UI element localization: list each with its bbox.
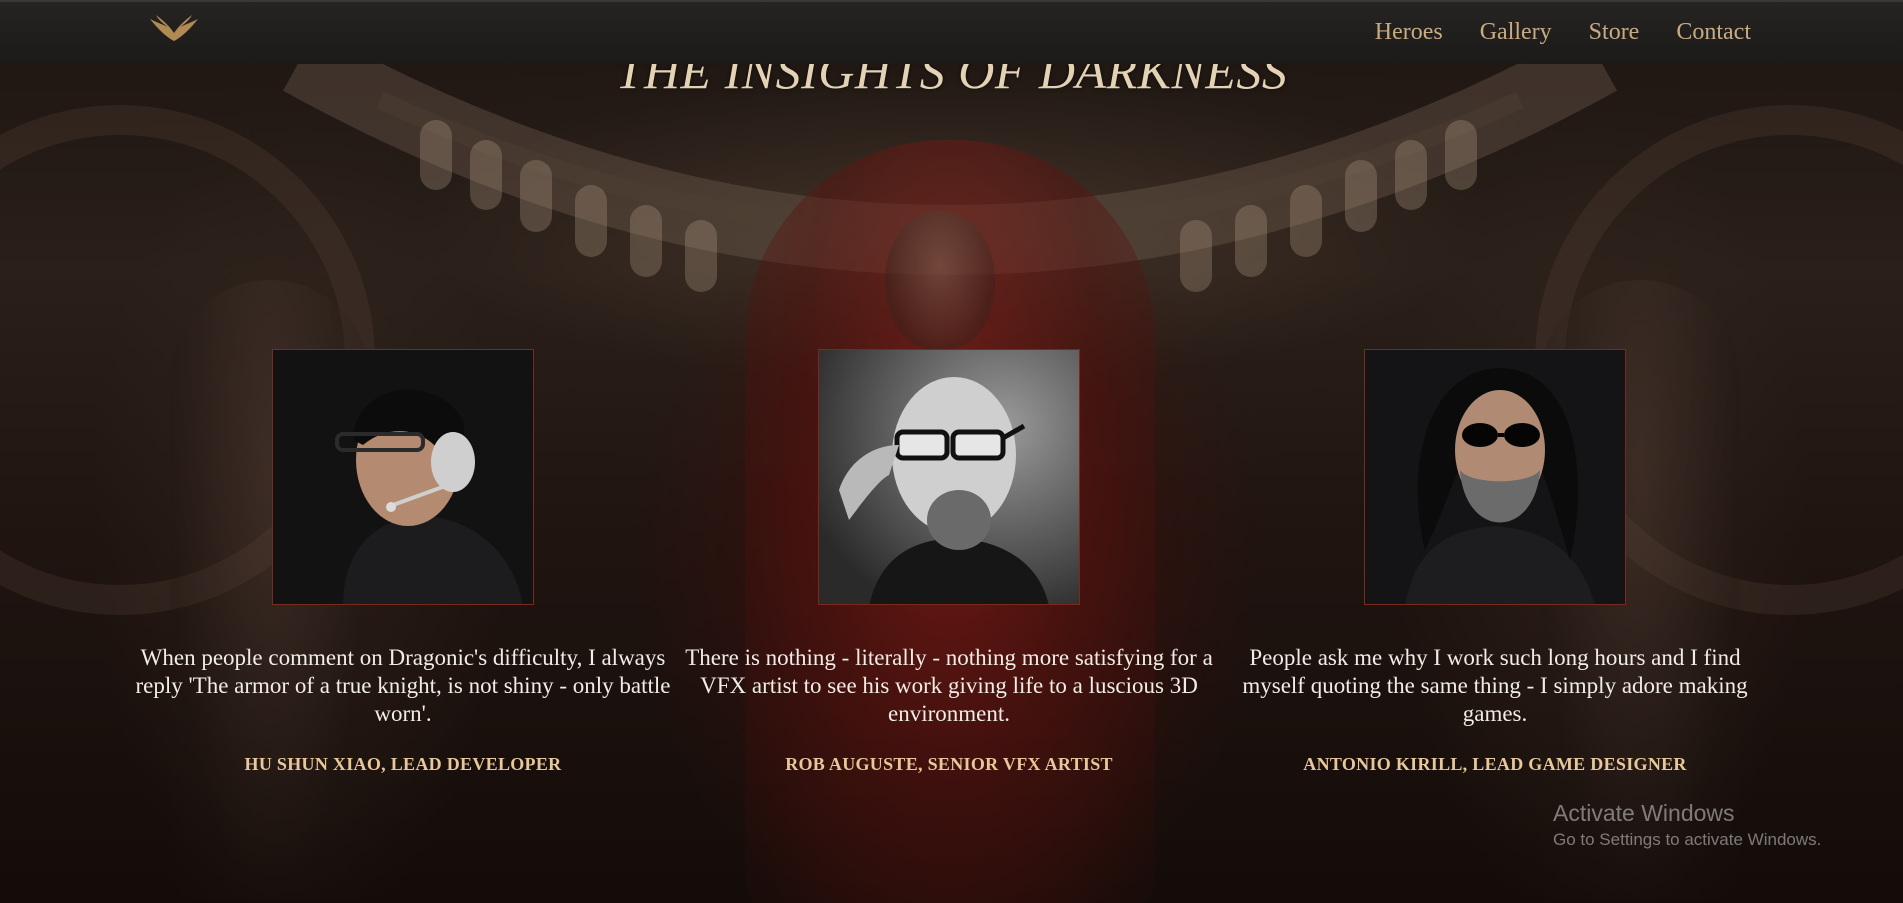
nav-link-contact[interactable]: Contact: [1676, 19, 1751, 45]
activation-subtitle: Go to Settings to activate Windows.: [1553, 830, 1822, 849]
nav-link-heroes[interactable]: Heroes: [1375, 19, 1443, 45]
member-name-role: HU SHUN XIAO, LEAD DEVELOPER: [244, 754, 562, 774]
portrait-long-hair-sunglasses-designer: [1365, 350, 1625, 604]
portrait-bald-glasses-artist: [819, 350, 1079, 604]
nav-link-gallery[interactable]: Gallery: [1480, 19, 1552, 45]
top-navbar: Heroes Gallery Store Contact: [0, 0, 1903, 64]
member-photo: [272, 349, 534, 605]
member-photo: [818, 349, 1080, 605]
nav-item-gallery: Gallery: [1480, 19, 1552, 46]
windows-activation-watermark: Activate Windows Go to Settings to activ…: [1553, 798, 1821, 852]
member-quote: When people comment on Dragonic's diffic…: [135, 645, 671, 726]
nav-item-store: Store: [1589, 19, 1640, 46]
nav-item-contact: Contact: [1676, 19, 1751, 46]
winged-logo-icon[interactable]: [148, 15, 200, 45]
nav-menu: Heroes Gallery Store Contact: [1375, 19, 1751, 46]
member-quote: There is nothing - literally - nothing m…: [685, 645, 1213, 726]
member-name-role: ANTONIO KIRILL, LEAD GAME DESIGNER: [1303, 754, 1687, 774]
portrait-headset-developer: [273, 350, 533, 604]
nav-link-store[interactable]: Store: [1589, 19, 1640, 45]
member-name-role: ROB AUGUSTE, SENIOR VFX ARTIST: [785, 754, 1113, 774]
member-quote: People ask me why I work such long hours…: [1242, 645, 1748, 726]
nav-item-heroes: Heroes: [1375, 19, 1443, 46]
member-photo: [1364, 349, 1626, 605]
page-background: Heroes Gallery Store Contact THE INSIGHT…: [0, 0, 1903, 903]
activation-title: Activate Windows: [1553, 800, 1735, 826]
team-section: When people comment on Dragonic's diffic…: [0, 0, 1903, 903]
